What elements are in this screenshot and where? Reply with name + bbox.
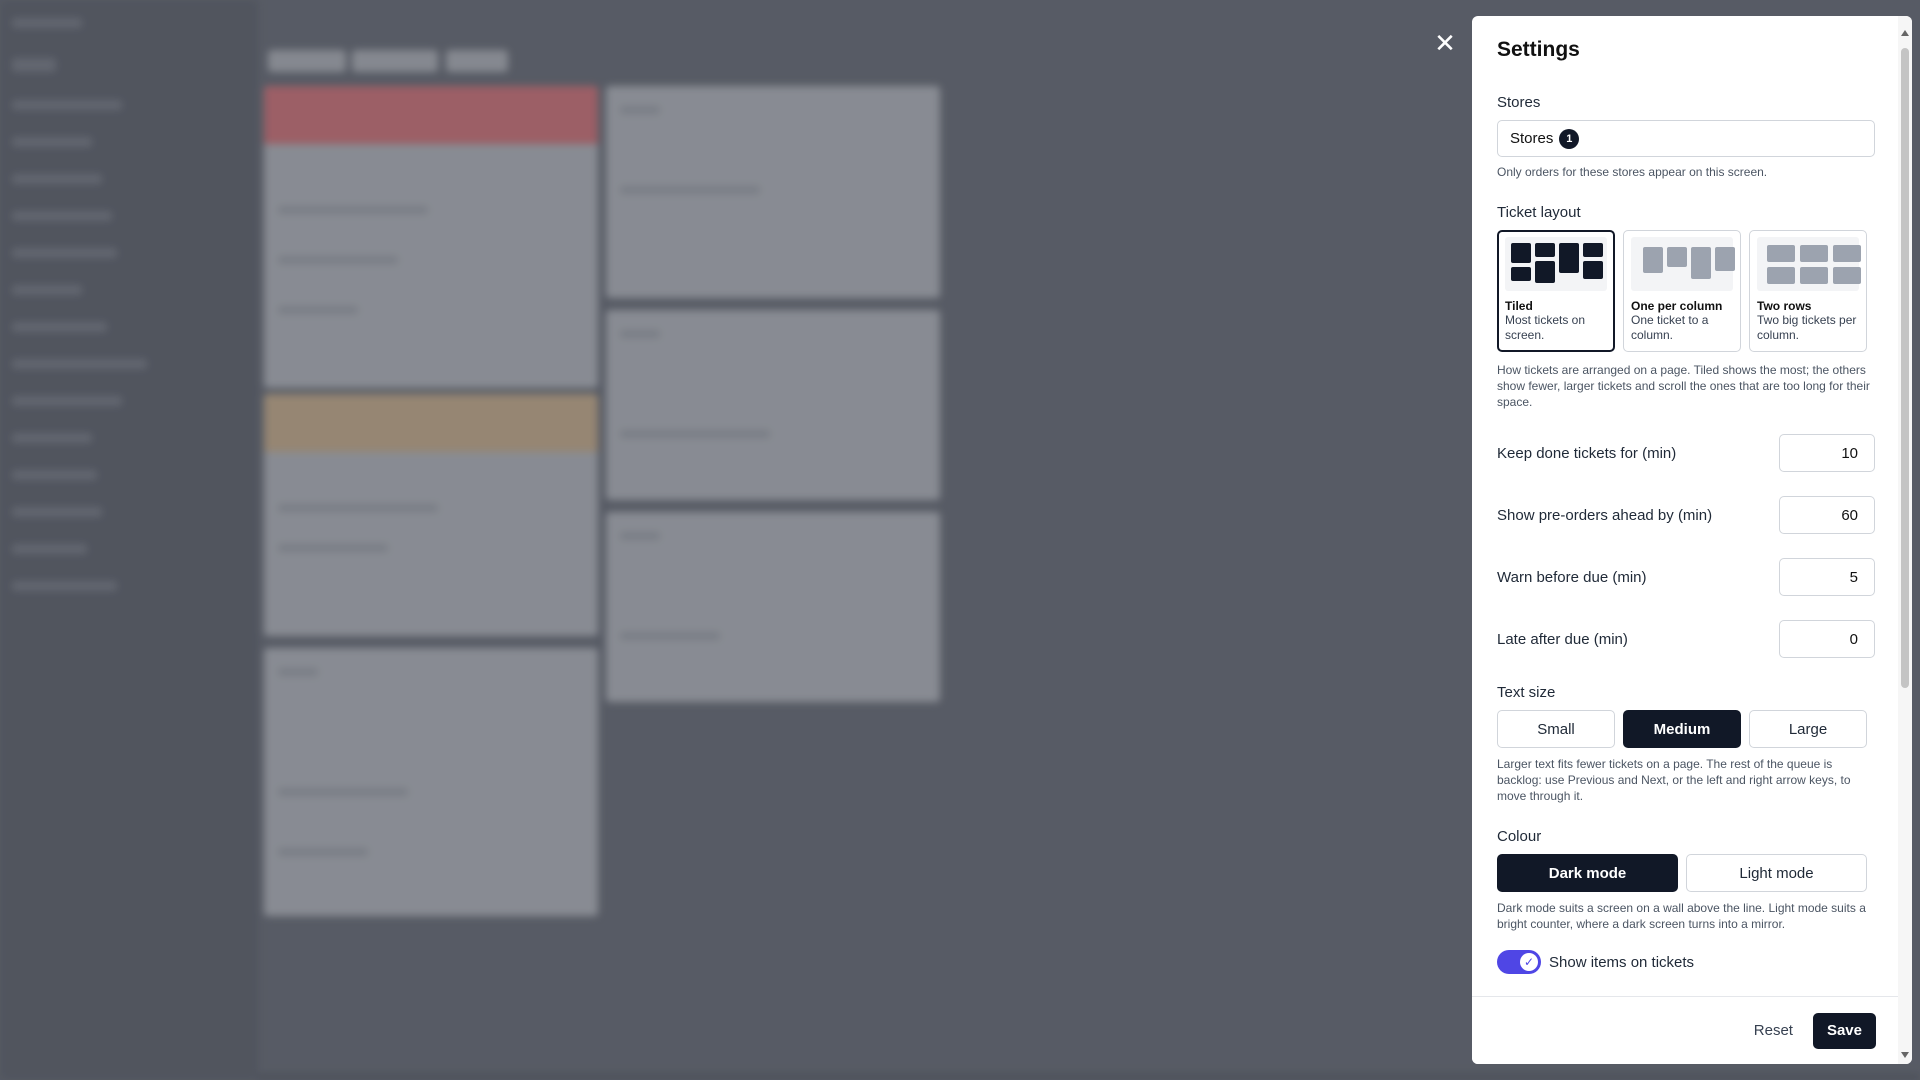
layout-option-tiled[interactable]: Tiled Most tickets on screen. — [1497, 230, 1615, 352]
stores-select[interactable]: Stores 1 — [1497, 120, 1875, 157]
layout-option-desc: One ticket to a column. — [1631, 313, 1709, 342]
settings-title: Settings — [1497, 38, 1580, 61]
colour-help: Dark mode suits a screen on a wall above… — [1497, 901, 1866, 931]
layout-option-desc: Two big tickets per column. — [1757, 313, 1857, 342]
settings-footer: Reset Save — [1472, 996, 1898, 1064]
show-items-toggle[interactable]: ✓ — [1497, 950, 1541, 974]
text-size-label: Text size — [1497, 684, 1556, 701]
show-items-label: Show items on tickets — [1549, 953, 1695, 971]
save-button[interactable]: Save — [1812, 1012, 1876, 1049]
settings-panel: Settings Stores Stores 1 Only orders for… — [1472, 16, 1912, 1064]
scroll-up-arrow-icon[interactable] — [1901, 30, 1909, 36]
keep-done-row: Keep done tickets for (min) — [1497, 434, 1875, 472]
two-rows-preview-icon — [1757, 237, 1861, 291]
text-size-help: Larger text fits fewer tickets on a page… — [1497, 757, 1851, 803]
layout-option-two-rows[interactable]: Two rows Two big tickets per column. — [1749, 230, 1867, 352]
stores-field-text: Stores — [1510, 130, 1554, 147]
keep-done-label: Keep done tickets for (min) — [1497, 444, 1677, 462]
stores-count-badge: 1 — [1559, 128, 1580, 149]
warn-before-due-input[interactable] — [1779, 558, 1875, 596]
text-size-options: Small Medium Large — [1497, 710, 1875, 748]
stores-label: Stores — [1497, 94, 1541, 111]
one-per-column-preview-icon — [1631, 237, 1735, 291]
layout-option-name: Two rows — [1757, 299, 1812, 313]
colour-label: Colour — [1497, 828, 1542, 845]
scroll-down-arrow-icon[interactable] — [1901, 1052, 1909, 1058]
panel-scrollbar[interactable] — [1898, 16, 1912, 1064]
layout-option-name: Tiled — [1505, 299, 1533, 313]
late-after-due-label: Late after due (min) — [1497, 630, 1628, 648]
reset-button[interactable]: Reset — [1754, 1022, 1793, 1039]
warn-before-due-row: Warn before due (min) — [1497, 558, 1875, 596]
check-icon: ✓ — [1520, 953, 1538, 971]
show-items-row: ✓ Show items on tickets — [1497, 950, 1875, 974]
pre-orders-input[interactable] — [1779, 496, 1875, 534]
warn-before-due-label: Warn before due (min) — [1497, 568, 1647, 586]
ticket-layout-help: How tickets are arranged on a page. Tile… — [1497, 363, 1870, 409]
settings-scroll-area: Settings Stores Stores 1 Only orders for… — [1472, 16, 1900, 996]
pre-orders-label: Show pre-orders ahead by (min) — [1497, 506, 1713, 524]
light-mode-button[interactable]: Light mode — [1686, 854, 1867, 892]
colour-options: Dark mode Light mode — [1497, 854, 1875, 892]
ticket-layout-label: Ticket layout — [1497, 204, 1581, 221]
stores-help: Only orders for these stores appear on t… — [1497, 165, 1768, 179]
text-size-medium-button[interactable]: Medium — [1623, 710, 1741, 748]
pre-orders-row: Show pre-orders ahead by (min) — [1497, 496, 1875, 534]
text-size-small-button[interactable]: Small — [1497, 710, 1615, 748]
keep-done-input[interactable] — [1779, 434, 1875, 472]
text-size-large-button[interactable]: Large — [1749, 710, 1867, 748]
late-after-due-input[interactable] — [1779, 620, 1875, 658]
scroll-thumb[interactable] — [1901, 48, 1909, 688]
ticket-layout-options: Tiled Most tickets on screen. One per co… — [1497, 230, 1875, 352]
layout-option-name: One per column — [1631, 299, 1723, 313]
dark-mode-button[interactable]: Dark mode — [1497, 854, 1678, 892]
layout-option-one-per-column[interactable]: One per column One ticket to a column. — [1623, 230, 1741, 352]
close-icon[interactable]: ✕ — [1432, 30, 1458, 56]
tiled-preview-icon — [1505, 237, 1607, 291]
late-after-due-row: Late after due (min) — [1497, 620, 1875, 658]
layout-option-desc: Most tickets on screen. — [1505, 313, 1586, 342]
